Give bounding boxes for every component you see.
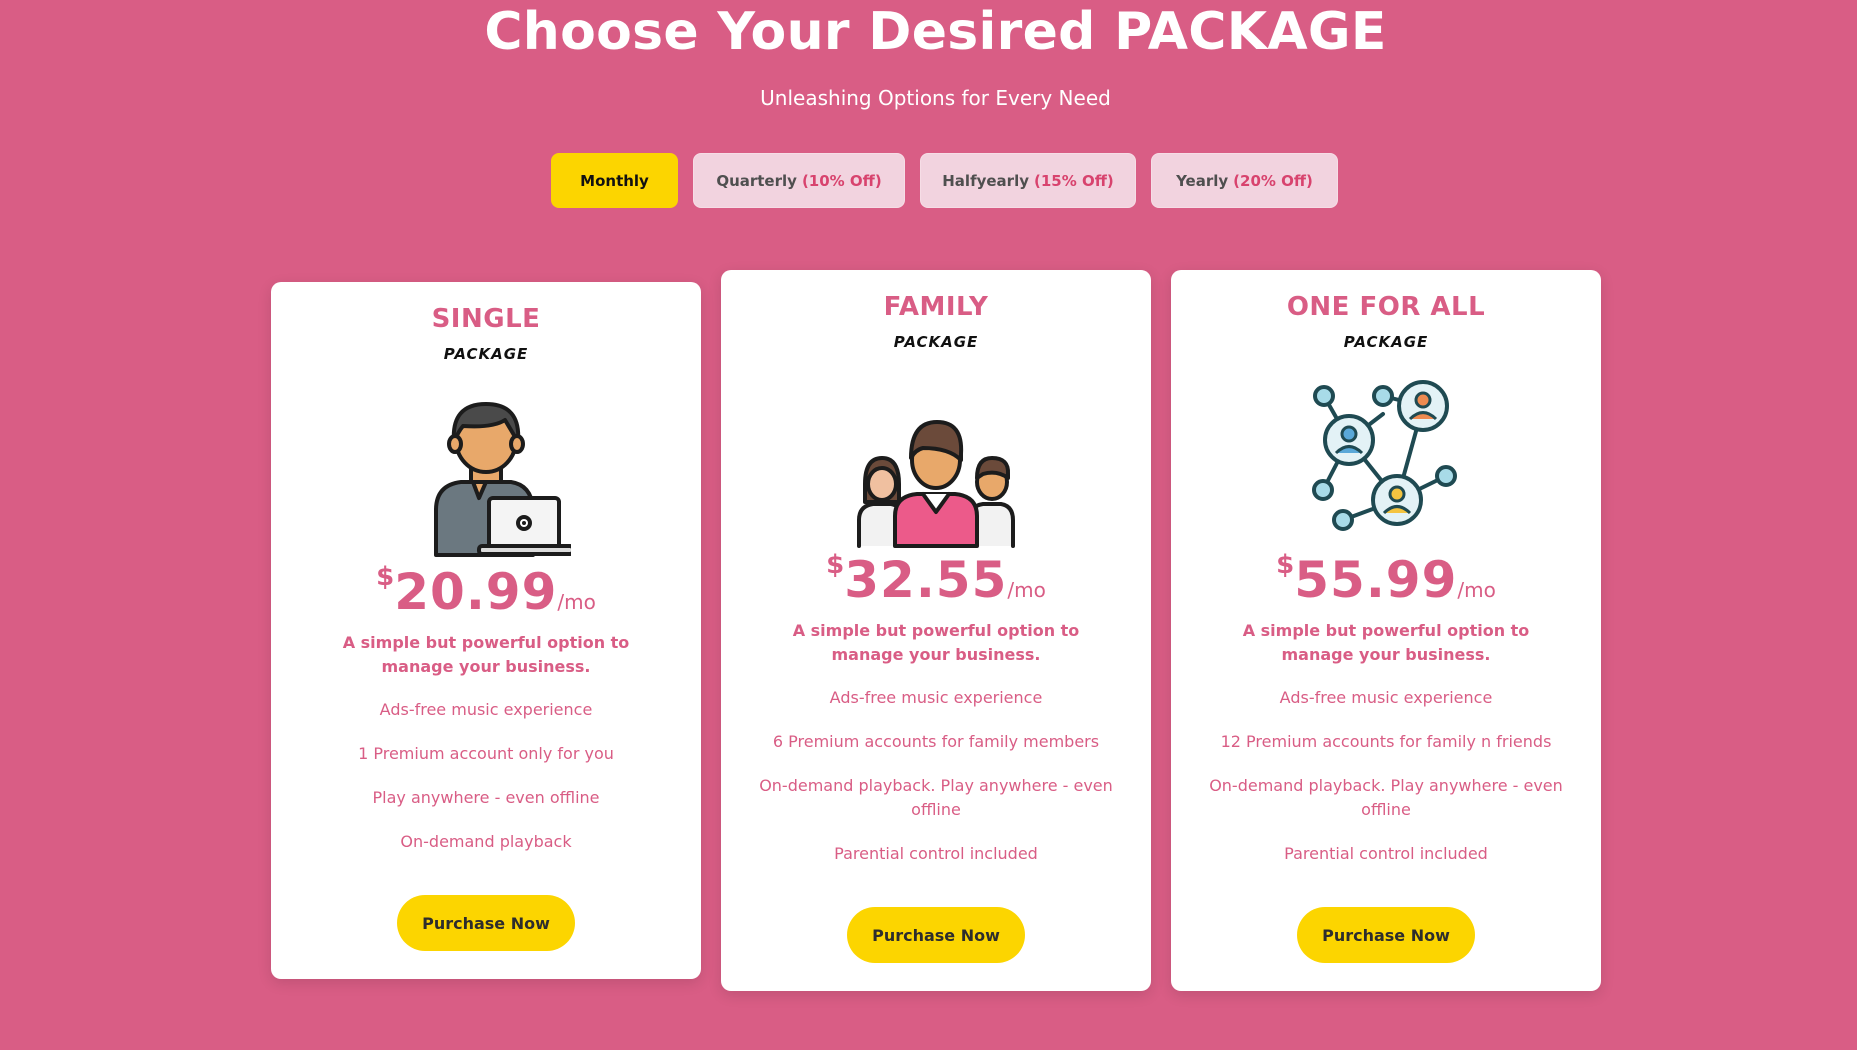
plan-subtitle: PACKAGE: [443, 345, 529, 363]
plan-description: A simple but powerful option to manage y…: [792, 621, 1080, 664]
plan-feature: 12 Premium accounts for family n friends: [1220, 732, 1552, 751]
plan-feature: On-demand playback. Play anywhere - even…: [1209, 776, 1563, 819]
plan-feature: 6 Premium accounts for family members: [772, 732, 1100, 751]
plan-name: SINGLE: [431, 304, 541, 334]
tab-discount: (15% Off): [1033, 171, 1114, 190]
price-currency: $: [376, 562, 395, 592]
plan-feature: 1 Premium account only for you: [358, 744, 614, 763]
tab-label: Halfyearly: [942, 171, 1029, 190]
plan-description: A simple but powerful option to manage y…: [1242, 621, 1530, 664]
plan-feature: Parential control included: [834, 844, 1038, 863]
plan-card-one-for-all: ONE FOR ALL PACKAGE $55.99/mo A simple b…: [1171, 270, 1601, 991]
plan-subtitle: PACKAGE: [1343, 333, 1429, 351]
tab-discount: (10% Off): [801, 171, 882, 190]
purchase-now-button[interactable]: Purchase Now: [397, 895, 575, 951]
purchase-now-button[interactable]: Purchase Now: [1297, 907, 1475, 963]
price-period: /mo: [1007, 578, 1046, 602]
plan-price: $55.99/mo: [1171, 550, 1601, 609]
plan-name: FAMILY: [883, 292, 989, 322]
price-currency: $: [1276, 550, 1295, 580]
plan-feature: Parential control included: [1284, 844, 1488, 863]
tab-discount: (20% Off): [1233, 171, 1313, 190]
plan-price: $20.99/mo: [271, 562, 701, 621]
price-amount: 55.99: [1294, 551, 1458, 609]
plan-description: A simple but powerful option to manage y…: [342, 633, 630, 676]
tab-monthly[interactable]: Monthly: [551, 153, 678, 208]
tab-halfyearly[interactable]: Halfyearly (15% Off): [920, 153, 1136, 208]
person-laptop-icon: [434, 402, 571, 557]
plan-feature: Ads-free music experience: [1279, 688, 1493, 707]
network-people-icon: [1312, 380, 1457, 531]
purchase-now-button[interactable]: Purchase Now: [847, 907, 1025, 963]
price-currency: $: [826, 550, 845, 580]
pricing-page: Choose Your Desired PACKAGE Unleashing O…: [0, 0, 1857, 1050]
price-amount: 32.55: [844, 551, 1008, 609]
plan-feature: On-demand playback. Play anywhere - even…: [759, 776, 1113, 819]
plan-name: ONE FOR ALL: [1286, 292, 1486, 322]
tab-label: Monthly: [580, 171, 649, 190]
plan-feature: Ads-free music experience: [379, 700, 593, 719]
price-period: /mo: [1457, 578, 1496, 602]
price-period: /mo: [557, 590, 596, 614]
price-amount: 20.99: [394, 563, 558, 621]
plan-feature: On-demand playback: [400, 832, 572, 851]
page-subtitle: Unleashing Options for Every Need: [760, 86, 1111, 110]
tab-yearly[interactable]: Yearly (20% Off): [1151, 153, 1338, 208]
plan-card-family: FAMILY PACKAGE $32.55/mo A simple but po…: [721, 270, 1151, 991]
page-title: Choose Your Desired PACKAGE: [484, 2, 1387, 62]
tab-label: Yearly: [1176, 171, 1229, 190]
tab-quarterly[interactable]: Quarterly (10% Off): [693, 153, 905, 208]
plan-subtitle: PACKAGE: [893, 333, 979, 351]
plan-feature: Ads-free music experience: [829, 688, 1043, 707]
plan-feature: Play anywhere - even offline: [372, 788, 600, 807]
plan-card-single: SINGLE PACKAGE $20.99/mo A simple but po…: [271, 282, 701, 979]
billing-period-tabs: Monthly Quarterly (10% Off) Halfyearly (…: [551, 153, 1338, 208]
tab-label: Quarterly: [716, 171, 797, 190]
family-group-icon: [857, 420, 1015, 548]
plan-price: $32.55/mo: [721, 550, 1151, 609]
